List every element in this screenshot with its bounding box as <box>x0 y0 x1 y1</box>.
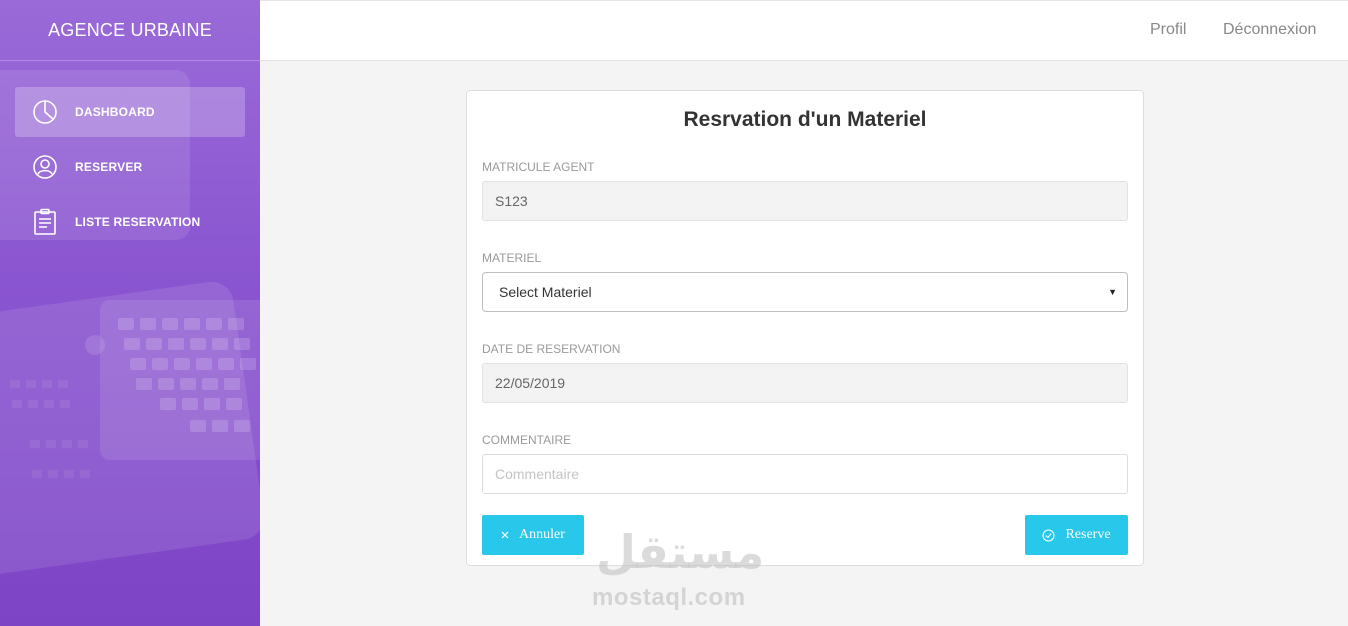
reserve-button-label: Reserve <box>1065 527 1111 542</box>
logout-link[interactable]: Déconnexion <box>1223 21 1316 39</box>
sidebar: AGENCE URBAINE DASHBOARD RESERVER LISTE … <box>0 0 260 626</box>
sidebar-item-reserver[interactable]: RESERVER <box>15 142 245 192</box>
materiel-label: MATERIEL <box>482 251 542 265</box>
date-field[interactable]: 22/05/2019 <box>482 363 1128 403</box>
matricule-value: S123 <box>495 193 528 209</box>
watermark-arabic: مستقل <box>596 525 765 579</box>
profil-link[interactable]: Profil <box>1150 21 1186 39</box>
sidebar-item-label: LISTE RESERVATION <box>75 215 201 229</box>
check-circle-icon <box>1042 528 1056 542</box>
watermark-latin: mostaql.com <box>592 584 746 611</box>
sidebar-item-dashboard[interactable]: DASHBOARD <box>15 87 245 137</box>
matricule-label: MATRICULE AGENT <box>482 160 595 174</box>
materiel-select[interactable]: Select Materiel ▼ <box>482 272 1128 312</box>
commentaire-input[interactable] <box>495 466 1115 482</box>
cancel-button-label: Annuler <box>519 527 565 542</box>
sidebar-item-label: DASHBOARD <box>75 105 155 119</box>
commentaire-field[interactable] <box>482 454 1128 494</box>
sidebar-item-liste-reservation[interactable]: LISTE RESERVATION <box>15 197 245 247</box>
sidebar-item-label: RESERVER <box>75 160 143 174</box>
caret-down-icon: ▼ <box>1108 287 1117 297</box>
matricule-field[interactable]: S123 <box>482 181 1128 221</box>
close-icon <box>501 531 509 539</box>
user-icon <box>31 153 59 181</box>
date-label: DATE DE RESERVATION <box>482 342 621 356</box>
brand-title[interactable]: AGENCE URBAINE <box>0 0 260 61</box>
mostaql-watermark: مستقل mostaql.com <box>586 520 766 620</box>
top-navbar: Profil Déconnexion <box>260 0 1348 61</box>
reserve-button[interactable]: Reserve <box>1025 515 1128 555</box>
date-value: 22/05/2019 <box>495 375 566 391</box>
form-title: Resrvation d'un Materiel <box>683 108 927 131</box>
clipboard-icon <box>31 208 59 236</box>
reservation-form-card: Resrvation d'un Materiel MATRICULE AGENT… <box>466 90 1144 566</box>
pie-chart-icon <box>31 98 59 126</box>
sidebar-nav: DASHBOARD RESERVER LISTE RESERVATION <box>15 87 245 252</box>
commentaire-label: COMMENTAIRE <box>482 433 572 447</box>
materiel-selected-value: Select Materiel <box>499 284 592 300</box>
cancel-button[interactable]: Annuler <box>482 515 584 555</box>
